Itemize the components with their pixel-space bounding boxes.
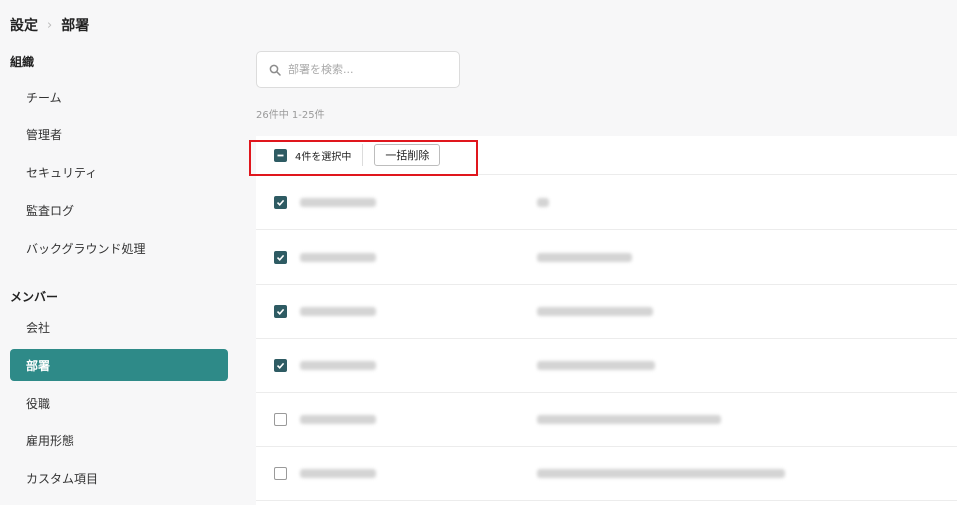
redacted-name — [300, 198, 376, 207]
redacted-name — [300, 253, 376, 262]
table-row[interactable] — [256, 447, 957, 501]
sidebar-item-admins[interactable]: 管理者 — [10, 118, 228, 150]
table-row[interactable] — [256, 339, 957, 393]
redacted-name — [300, 415, 376, 424]
sidebar-item-positions[interactable]: 役職 — [10, 387, 228, 419]
sidebar-item-departments[interactable]: 部署 — [10, 349, 228, 381]
redacted-name — [300, 361, 376, 370]
redacted-code — [537, 469, 785, 478]
table-row[interactable] — [256, 176, 957, 230]
row-checkbox[interactable] — [274, 413, 287, 426]
sidebar-item-security[interactable]: セキュリティ — [10, 156, 228, 188]
department-table: 4件を選択中 一括削除 — [249, 136, 957, 505]
bulk-action-bar: 4件を選択中 一括削除 — [249, 136, 957, 176]
divider — [362, 144, 364, 166]
redacted-code — [537, 198, 549, 207]
table-row[interactable] — [256, 285, 957, 339]
sidebar: 組織 チーム 管理者 セキュリティ 監査ログ バックグラウンド処理 メンバー 会… — [0, 0, 238, 505]
row-checkbox[interactable] — [274, 196, 287, 209]
redacted-code — [537, 361, 655, 370]
sidebar-item-company[interactable]: 会社 — [10, 311, 228, 343]
row-checkbox[interactable] — [274, 359, 287, 372]
select-all-checkbox[interactable] — [274, 148, 287, 162]
sidebar-item-employment-types[interactable]: 雇用形態 — [10, 424, 228, 456]
result-count: 26件中 1-25件 — [256, 110, 325, 121]
redacted-code — [537, 415, 721, 424]
sidebar-item-background-jobs[interactable]: バックグラウンド処理 — [10, 232, 228, 264]
selected-count-label: 4件を選択中 — [295, 151, 352, 163]
table-row[interactable] — [256, 393, 957, 447]
bulk-delete-button[interactable]: 一括削除 — [374, 144, 441, 166]
sidebar-section-org: 組織 — [10, 55, 35, 69]
row-checkbox[interactable] — [274, 305, 287, 318]
sidebar-item-audit-log[interactable]: 監査ログ — [10, 194, 228, 226]
sidebar-item-team[interactable]: チーム — [10, 81, 228, 113]
row-checkbox[interactable] — [274, 251, 287, 264]
search-input[interactable] — [288, 63, 448, 76]
search-icon — [269, 64, 281, 76]
sidebar-section-members: メンバー — [10, 290, 59, 304]
sidebar-item-custom-fields[interactable]: カスタム項目 — [10, 462, 228, 494]
redacted-name — [300, 469, 376, 478]
row-checkbox[interactable] — [274, 467, 287, 480]
table-row[interactable] — [256, 231, 957, 285]
redacted-code — [537, 253, 632, 262]
redacted-code — [537, 307, 653, 316]
redacted-name — [300, 307, 376, 316]
search-box[interactable] — [256, 51, 460, 88]
